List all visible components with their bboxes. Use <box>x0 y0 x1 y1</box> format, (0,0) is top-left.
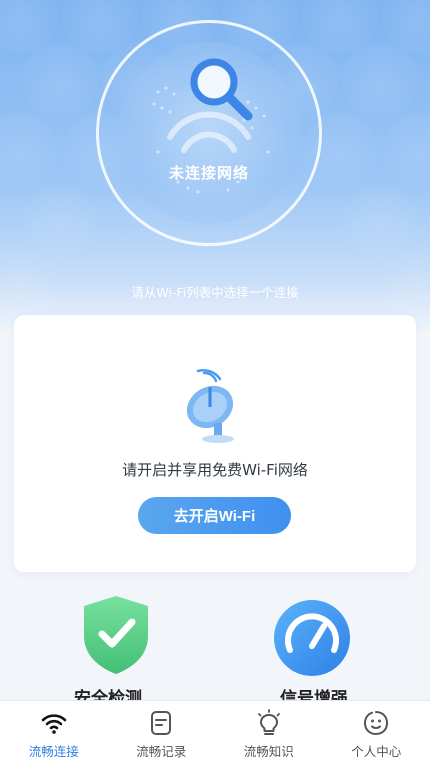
speedometer-icon <box>274 600 350 676</box>
tab-label: 流畅记录 <box>136 744 187 759</box>
tab-smooth-record[interactable]: 流畅记录 <box>108 701 216 765</box>
tab-label: 流畅知识 <box>243 744 294 759</box>
enable-wifi-message: 请开启并享用免费Wi-Fi网络 <box>122 461 308 479</box>
tab-smooth-knowledge[interactable]: 流畅知识 <box>215 701 323 765</box>
tab-label: 流畅连接 <box>28 744 79 759</box>
record-icon <box>151 711 172 735</box>
satellite-dish-icon <box>186 369 234 443</box>
network-status-globe: 未连接网络 <box>96 20 322 246</box>
tab-personal-center[interactable]: 个人中心 <box>323 701 430 765</box>
shield-check-icon <box>84 596 148 674</box>
tab-label: 个人中心 <box>351 744 402 759</box>
open-wifi-button[interactable]: 去开启Wi-Fi <box>138 497 291 534</box>
profile-icon <box>364 711 389 736</box>
wifi-icon <box>41 714 67 734</box>
search-icon <box>190 58 253 121</box>
security-check-feature[interactable]: 安全检测 <box>8 592 208 709</box>
signal-boost-feature[interactable]: 信号增强 <box>214 592 414 709</box>
lightbulb-icon <box>257 709 280 735</box>
hero-banner: 未连接网络 请从Wi-Fi列表中选择一个连接 <box>0 0 430 330</box>
select-wifi-hint: 请从Wi-Fi列表中选择一个连接 <box>131 285 299 300</box>
connection-status: 未连接网络 <box>168 164 249 182</box>
enable-wifi-card: 请开启并享用免费Wi-Fi网络 去开启Wi-Fi <box>14 315 416 572</box>
bottom-tab-bar: 流畅连接 流畅记录 流畅知识 个人中心 <box>0 700 430 765</box>
tab-smooth-connect[interactable]: 流畅连接 <box>0 701 108 765</box>
